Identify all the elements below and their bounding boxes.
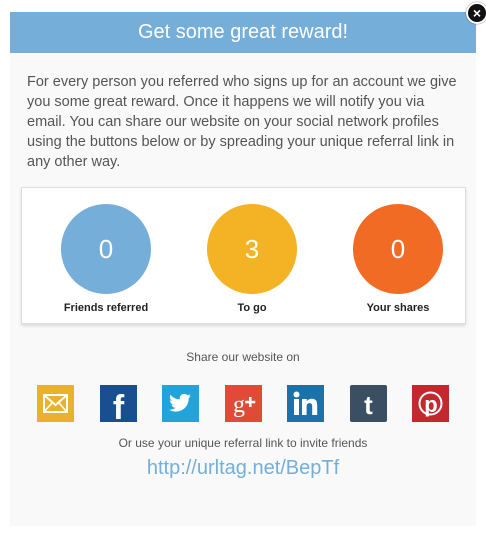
share-title: Share our website on xyxy=(186,350,300,364)
stats-panel: 0 Friends referred 3 To go 0 Your shares xyxy=(21,187,466,324)
stat-label: Your shares xyxy=(366,302,430,314)
stat-circle: 3 xyxy=(207,204,297,294)
referral-modal: Get some great reward! For every person … xyxy=(10,12,476,526)
stat-friends-referred: 0 Friends referred xyxy=(46,204,166,314)
stat-label: Friends referred xyxy=(63,302,149,314)
email-share-button[interactable] xyxy=(37,385,74,422)
linkedin-share-button[interactable] xyxy=(287,385,324,422)
google-plus-share-button[interactable]: g xyxy=(225,385,262,422)
tumblr-icon: t xyxy=(350,385,387,422)
twitter-share-button[interactable] xyxy=(162,385,199,422)
tumblr-share-button[interactable]: t xyxy=(350,385,387,422)
referral-link[interactable]: http://urltag.net/BepTf xyxy=(10,457,476,480)
linkedin-icon xyxy=(287,385,324,422)
pinterest-icon: p xyxy=(412,385,449,422)
stat-your-shares: 0 Your shares xyxy=(338,204,458,314)
svg-text:t: t xyxy=(364,390,373,420)
email-icon xyxy=(37,385,74,422)
twitter-icon xyxy=(162,385,199,422)
description-text: For every person you referred who signs … xyxy=(27,74,457,170)
referral-hint-text: Or use your unique referral link to invi… xyxy=(118,436,368,450)
modal-title: Get some great reward! xyxy=(137,21,349,43)
stat-circle: 0 xyxy=(353,204,443,294)
modal-header: Get some great reward! xyxy=(10,12,476,53)
svg-text:p: p xyxy=(424,392,437,417)
google-plus-icon: g xyxy=(225,385,262,422)
facebook-share-button[interactable]: f xyxy=(100,385,137,422)
facebook-icon: f xyxy=(100,385,137,422)
close-icon: × xyxy=(472,5,482,21)
stat-to-go: 3 To go xyxy=(192,204,312,314)
svg-text:f: f xyxy=(113,389,125,422)
stat-circle: 0 xyxy=(61,204,151,294)
svg-text:g: g xyxy=(233,392,245,418)
stat-label: To go xyxy=(237,302,267,314)
close-button[interactable]: × xyxy=(466,2,486,24)
pinterest-share-button[interactable]: p xyxy=(412,385,449,422)
